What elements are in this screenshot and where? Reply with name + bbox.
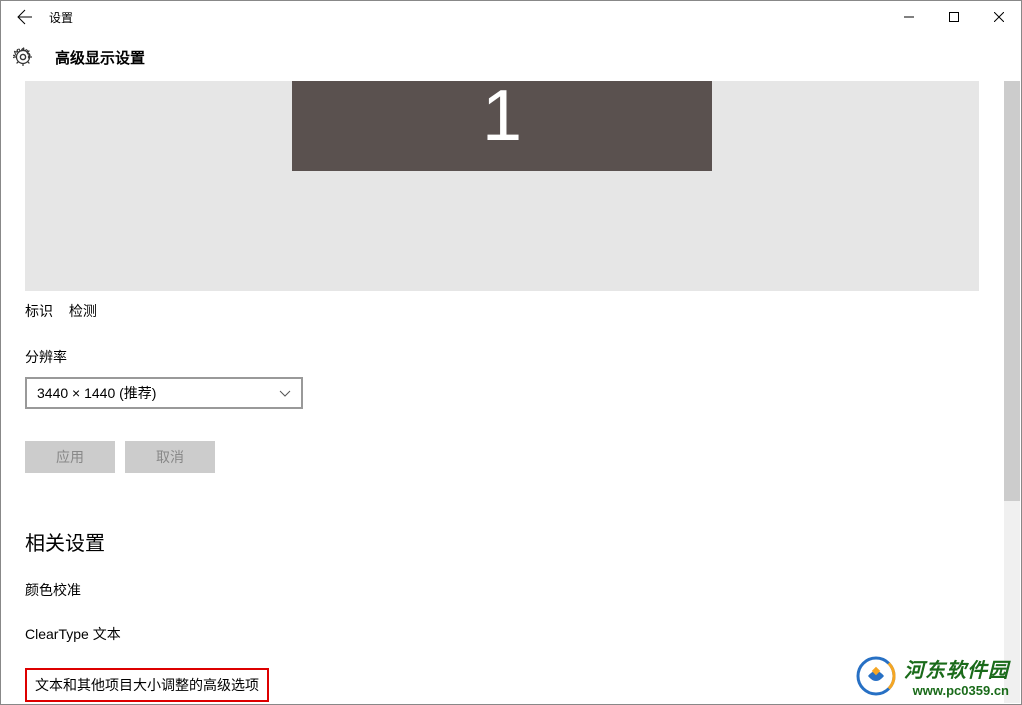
chevron-down-icon (279, 387, 291, 399)
close-button[interactable] (976, 1, 1021, 33)
minimize-icon (904, 12, 914, 22)
titlebar: 设置 (1, 1, 1021, 33)
scrollbar-thumb[interactable] (1004, 81, 1020, 501)
back-button[interactable] (1, 1, 49, 33)
monitor-thumbnail[interactable]: 1 (292, 81, 712, 171)
resolution-dropdown[interactable]: 3440 × 1440 (推荐) (25, 377, 303, 409)
display-actions: 标识 检测 (25, 301, 979, 321)
related-heading: 相关设置 (25, 527, 979, 556)
display-preview: 1 (25, 81, 979, 291)
header: 高级显示设置 (1, 33, 1021, 81)
detect-link[interactable]: 检测 (69, 301, 97, 321)
window-controls (886, 1, 1021, 33)
monitor-number: 1 (482, 81, 522, 157)
vertical-scrollbar[interactable] (1004, 81, 1020, 703)
cancel-button[interactable]: 取消 (125, 441, 215, 473)
resolution-value: 3440 × 1440 (推荐) (37, 383, 156, 403)
maximize-button[interactable] (931, 1, 976, 33)
page-title: 高级显示设置 (55, 47, 145, 68)
apply-button[interactable]: 应用 (25, 441, 115, 473)
back-arrow-icon (17, 9, 33, 25)
color-calibration-link[interactable]: 颜色校准 (25, 580, 979, 600)
gear-icon (13, 47, 33, 67)
maximize-icon (949, 12, 959, 22)
identify-link[interactable]: 标识 (25, 301, 53, 321)
window-title: 设置 (49, 9, 886, 26)
button-row: 应用 取消 (25, 441, 979, 473)
resolution-label: 分辨率 (25, 347, 979, 367)
text-scaling-link[interactable]: 文本和其他项目大小调整的高级选项 (25, 668, 269, 702)
content-area: 1 标识 检测 分辨率 3440 × 1440 (推荐) 应用 取消 相关设置 … (1, 81, 1003, 704)
minimize-button[interactable] (886, 1, 931, 33)
close-icon (994, 12, 1004, 22)
cleartype-link[interactable]: ClearType 文本 (25, 624, 979, 644)
